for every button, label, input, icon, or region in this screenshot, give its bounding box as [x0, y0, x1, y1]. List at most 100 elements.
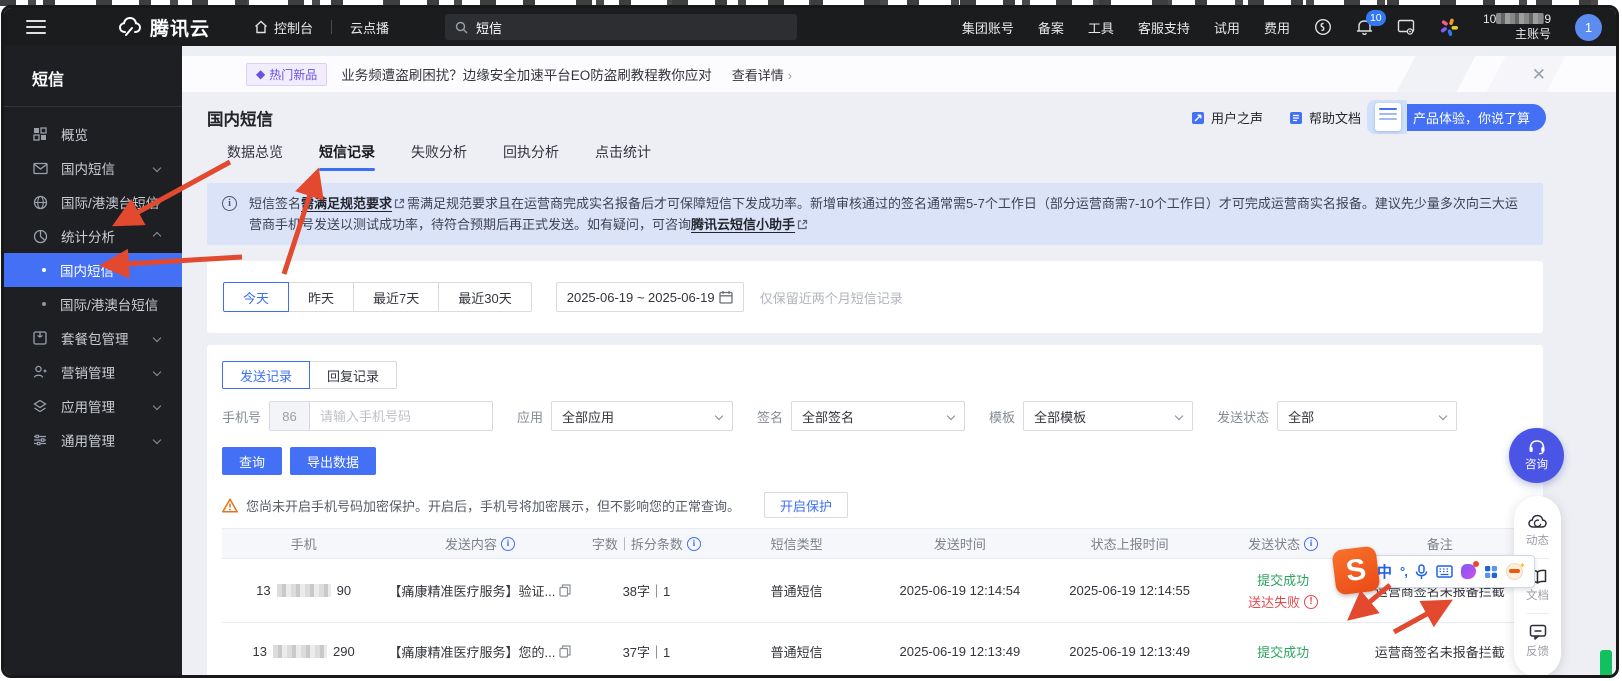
- nav-group-account[interactable]: 集团账号: [962, 18, 1014, 37]
- hamburger-menu-icon[interactable]: [26, 20, 46, 34]
- sidebar-item-app-mgmt[interactable]: 应用管理: [4, 389, 182, 423]
- copy-icon[interactable]: [559, 584, 571, 597]
- info-icon[interactable]: i: [501, 537, 515, 551]
- enable-protection-button[interactable]: 开启保护: [764, 492, 848, 518]
- date-range-picker[interactable]: 2025-06-19 ~ 2025-06-19: [556, 282, 744, 312]
- col-content: 发送内容i: [385, 534, 574, 553]
- promo-details-link[interactable]: 查看详情›: [732, 65, 792, 84]
- records-card: 发送记录 回复记录 手机号 86 应用 全部应用 签名 全部签名 模板: [207, 345, 1543, 675]
- tencent-cloud-logo[interactable]: 腾讯云: [118, 14, 210, 41]
- info-icon[interactable]: i: [1304, 537, 1318, 551]
- sidebar-item-intl-sms[interactable]: 国际/港澳台短信: [4, 185, 182, 219]
- ime-assistant-icon[interactable]: ✦: [1506, 563, 1523, 580]
- template-select[interactable]: 全部模板: [1023, 401, 1193, 431]
- chevron-down-icon: [153, 402, 161, 410]
- lighthouse-pinwheel-icon[interactable]: [1439, 17, 1459, 37]
- content-cell: 【痛康精准医疗服务】您的...: [385, 642, 574, 661]
- experience-paper-icon: [1375, 103, 1401, 131]
- user-voice-link[interactable]: 用户之声: [1191, 108, 1263, 127]
- nav-icp[interactable]: 备案: [1038, 18, 1064, 37]
- tab-data-overview[interactable]: 数据总览: [227, 142, 283, 171]
- nav-trial[interactable]: 试用: [1214, 18, 1240, 37]
- export-data-button[interactable]: 导出数据: [290, 447, 376, 475]
- sms-records-table: 手机 发送内容i 字数｜拆分条数i 短信类型 发送时间 状态上报时间 发送状态i…: [222, 528, 1528, 675]
- product-link-vod[interactable]: 云点播: [350, 18, 389, 37]
- ime-skin-icon[interactable]: [1461, 564, 1476, 579]
- account-info[interactable]: 109 主账号: [1483, 12, 1551, 42]
- sidebar-item-domestic-sms[interactable]: 国内短信: [4, 151, 182, 185]
- chevron-down-icon: [153, 164, 161, 172]
- phone-country-prefix[interactable]: 86: [270, 402, 310, 430]
- phone-cell: 1390: [222, 583, 385, 598]
- tab-click-stats[interactable]: 点击统计: [595, 142, 651, 171]
- sidebar-subitem-intl-sms-stats[interactable]: 国际/港澳台短信: [4, 287, 182, 321]
- ime-punctuation-toggle[interactable]: °,: [1400, 564, 1407, 579]
- sidebar-item-statistics[interactable]: 统计分析: [4, 219, 182, 253]
- consult-float-button[interactable]: 咨询: [1509, 428, 1564, 483]
- status-cell: 提交成功: [1215, 642, 1352, 661]
- tab-sms-records[interactable]: 短信记录: [319, 142, 375, 171]
- encryption-warning-text: 您尚未开启手机号码加密保护。开启后，手机号将加密展示，但不影响您的正常查询。: [246, 496, 740, 515]
- sidebar-subitem-domestic-sms-stats[interactable]: 国内短信: [4, 253, 182, 287]
- nav-tools[interactable]: 工具: [1088, 18, 1114, 37]
- console-settings-icon[interactable]: [1397, 19, 1415, 35]
- sms-assistant-link[interactable]: 腾讯云短信小助手: [691, 217, 795, 232]
- microphone-icon[interactable]: [1415, 564, 1428, 580]
- phone-number-input[interactable]: [310, 402, 492, 430]
- app-label: 应用: [517, 407, 543, 426]
- ime-toolbox-grid-icon[interactable]: [1484, 565, 1498, 579]
- quick-30days-button[interactable]: 最近30天: [438, 282, 531, 312]
- report-time-cell: 2025-06-19 12:13:49: [1045, 644, 1215, 659]
- package-icon: [32, 330, 48, 346]
- tab-receipt-analysis[interactable]: 回执分析: [503, 142, 559, 171]
- spec-requirement-link[interactable]: 需满足规范要求: [301, 196, 392, 211]
- nav-support[interactable]: 客服支持: [1138, 18, 1190, 37]
- app-select[interactable]: 全部应用: [551, 401, 733, 431]
- phone-redaction: [273, 645, 327, 658]
- close-icon[interactable]: ✕: [1532, 66, 1546, 83]
- news-item[interactable]: 动态: [1526, 508, 1549, 554]
- quick-yesterday-button[interactable]: 昨天: [288, 282, 354, 312]
- error-icon[interactable]: !: [1304, 595, 1318, 609]
- voucher-icon[interactable]: [1314, 18, 1332, 36]
- chevron-up-icon: [153, 232, 161, 240]
- quick-7days-button[interactable]: 最近7天: [353, 282, 439, 312]
- nav-billing[interactable]: 费用: [1264, 18, 1290, 37]
- sidebar-item-package-mgmt[interactable]: 套餐包管理: [4, 321, 182, 355]
- sidebar-item-marketing-mgmt[interactable]: 营销管理: [4, 355, 182, 389]
- notification-bell-icon[interactable]: 10: [1356, 18, 1373, 36]
- keyboard-icon[interactable]: [1436, 565, 1453, 578]
- help-docs-link[interactable]: 帮助文档: [1289, 108, 1361, 127]
- content-cell: 【痛康精准医疗服务】验证...: [385, 581, 574, 600]
- reply-records-tab[interactable]: 回复记录: [309, 361, 397, 389]
- headset-icon: [1528, 439, 1546, 455]
- search-input[interactable]: 短信: [445, 14, 797, 40]
- bullet-dot: [42, 268, 46, 272]
- info-icon[interactable]: i: [687, 537, 701, 551]
- sidebar-item-general-mgmt[interactable]: 通用管理: [4, 423, 182, 457]
- send-status-select[interactable]: 全部: [1277, 401, 1457, 431]
- col-count: 字数｜拆分条数i: [575, 534, 719, 553]
- col-send-time: 发送时间: [875, 534, 1045, 553]
- chevron-down-icon: [153, 368, 161, 376]
- chevron-down-icon: [1439, 412, 1447, 420]
- chevron-down-icon: [715, 412, 723, 420]
- chevron-right-icon: ›: [788, 68, 792, 83]
- divider: [1527, 613, 1549, 614]
- table-header: 手机 发送内容i 字数｜拆分条数i 短信类型 发送时间 状态上报时间 发送状态i…: [222, 528, 1528, 558]
- feedback-item[interactable]: 反馈: [1526, 618, 1549, 665]
- avatar[interactable]: 1: [1575, 14, 1602, 41]
- chevron-down-icon: [153, 334, 161, 342]
- copy-icon[interactable]: [559, 645, 571, 658]
- info-icon: i: [222, 196, 237, 211]
- signature-select[interactable]: 全部签名: [791, 401, 965, 431]
- sidebar-item-overview[interactable]: 概览: [4, 117, 182, 151]
- send-records-tab[interactable]: 发送记录: [222, 361, 310, 389]
- sogou-ime-logo[interactable]: S: [1331, 545, 1380, 595]
- query-button[interactable]: 查询: [222, 447, 282, 475]
- account-role: 主账号: [1483, 27, 1551, 42]
- quick-today-button[interactable]: 今天: [223, 282, 289, 312]
- console-link[interactable]: 控制台: [254, 18, 313, 37]
- product-experience-button[interactable]: 产品体验，你说了算: [1387, 104, 1546, 131]
- tab-failure-analysis[interactable]: 失败分析: [411, 142, 467, 171]
